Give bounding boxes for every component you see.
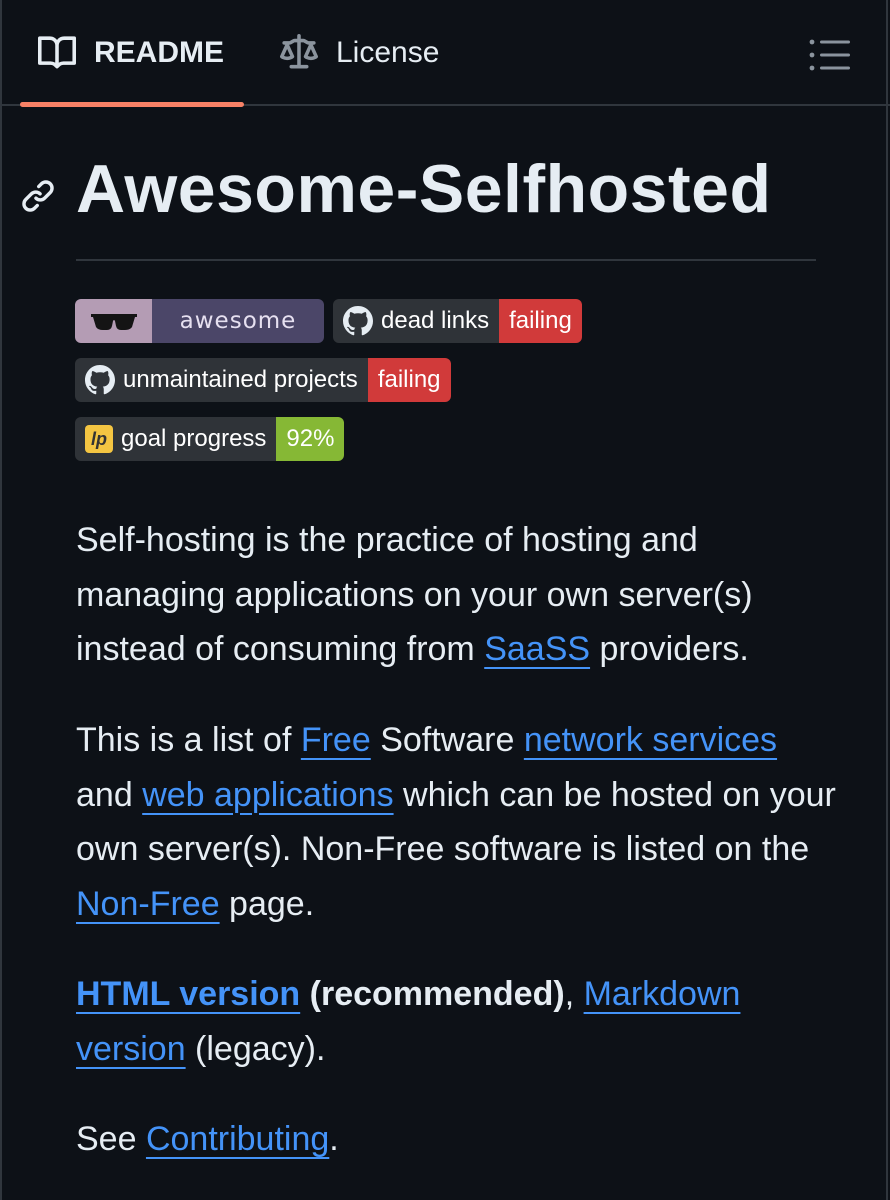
page-title: Awesome-Selfhosted xyxy=(76,151,772,227)
versions-separator: , xyxy=(564,975,584,1013)
link-icon xyxy=(22,180,54,212)
goal-value: 92% xyxy=(276,417,345,461)
list-text-5: page. xyxy=(219,884,315,923)
table-of-contents-button[interactable] xyxy=(808,36,852,74)
unmaintained-status: failing xyxy=(367,358,451,402)
goal-label: goal progress xyxy=(121,425,267,452)
unmaintained-label: unmaintained projects xyxy=(123,366,358,393)
book-icon xyxy=(38,34,76,72)
tab-readme-label: README xyxy=(94,36,225,69)
intro-paragraph: Self-hosting is the practice of hosting … xyxy=(76,513,836,677)
law-icon xyxy=(280,34,318,72)
versions-paragraph: HTML version (recommended), Markdown ver… xyxy=(76,967,836,1076)
period-text: . xyxy=(329,1120,339,1158)
active-tab-indicator xyxy=(20,102,244,107)
list-description-paragraph: This is a list of Free Software network … xyxy=(76,713,836,931)
unmaintained-badge-label-part: unmaintained projects xyxy=(75,358,368,402)
list-text-3: and xyxy=(76,775,143,814)
dead-links-badge-label-part: dead links xyxy=(333,299,500,343)
tab-license[interactable]: License xyxy=(280,0,439,106)
list-unordered-icon xyxy=(809,39,850,71)
intro-text-end: providers. xyxy=(590,630,749,668)
awesome-badge-text: awesome xyxy=(152,299,324,343)
free-link[interactable]: Free xyxy=(301,721,371,759)
unmaintained-projects-badge[interactable]: unmaintained projects failing xyxy=(75,358,451,402)
contributing-link[interactable]: Contributing xyxy=(146,1120,329,1158)
html-version-link[interactable]: HTML version xyxy=(76,975,300,1013)
dead-links-label: dead links xyxy=(381,307,490,334)
awesome-badge[interactable]: awesome xyxy=(75,299,324,343)
see-text: See xyxy=(76,1120,146,1158)
github-icon xyxy=(343,306,373,336)
github-icon xyxy=(85,365,115,395)
saass-link[interactable]: SaaSS xyxy=(484,630,590,668)
list-text-1: This is a list of xyxy=(76,721,301,759)
network-services-link[interactable]: network services xyxy=(524,721,777,759)
heading-anchor-link[interactable] xyxy=(20,178,56,214)
dead-links-badge[interactable]: dead links failing xyxy=(333,299,582,343)
goal-badge-label-part: lp goal progress xyxy=(75,417,277,461)
list-text-2: Software xyxy=(370,721,524,759)
recommended-text: (recommended) xyxy=(300,975,565,1013)
web-applications-link[interactable]: web applications xyxy=(142,776,393,814)
dead-links-status: failing xyxy=(499,299,582,343)
sunglasses-icon xyxy=(75,299,152,343)
goal-progress-badge[interactable]: lp goal progress 92% xyxy=(75,417,345,461)
tab-license-label: License xyxy=(336,36,440,69)
heading-divider xyxy=(76,259,816,261)
tab-readme[interactable]: README xyxy=(38,0,224,106)
html-version-strong: HTML version (recommended) xyxy=(76,975,565,1013)
readme-tab-bar: README License xyxy=(0,0,890,107)
legacy-text: (legacy). xyxy=(185,1029,326,1068)
liberapay-icon: lp xyxy=(85,425,113,453)
contributing-paragraph: See Contributing. xyxy=(76,1112,836,1167)
non-free-link[interactable]: Non-Free xyxy=(76,885,220,923)
